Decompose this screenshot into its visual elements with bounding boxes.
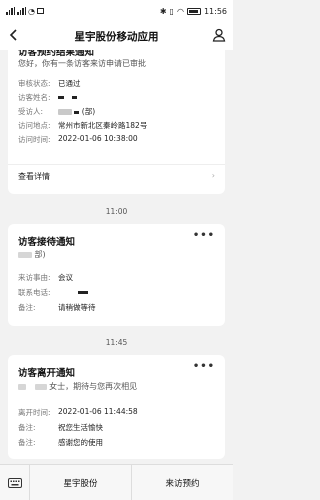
- redacted-text: [58, 109, 72, 115]
- row-label: 来访事由:: [18, 273, 51, 282]
- row-value: 感谢您的使用: [58, 438, 103, 447]
- card-subtitle: 部): [18, 249, 46, 260]
- visit-result-card: 访客预约结果通知 您好，你有一条访客来访申请已审批 审核状态: 已通过 访客姓名…: [8, 50, 225, 194]
- clock: 11:56: [203, 6, 227, 16]
- nfc-icon: ✱: [159, 6, 167, 16]
- row-label: 访问时间:: [18, 135, 51, 144]
- back-icon[interactable]: [6, 27, 22, 43]
- timestamp-divider: 11:45: [105, 338, 128, 347]
- info-row: 离开时间: 2022-01-06 11:44:58: [18, 407, 138, 418]
- info-row: 访客姓名:: [18, 92, 78, 103]
- status-bar-left: ◔: [6, 7, 44, 16]
- row-label: 备注:: [18, 303, 36, 312]
- card-dept: 部): [34, 250, 46, 259]
- info-row: 访问时间: 2022-01-06 10:38:00: [18, 134, 138, 145]
- vibrate-icon: ▯: [169, 6, 174, 16]
- row-value-text: (部): [81, 107, 96, 116]
- more-options-icon[interactable]: •••: [193, 230, 215, 241]
- info-row: 来访事由: 会议: [18, 272, 73, 283]
- menu-item-company[interactable]: 星宇股份: [30, 465, 131, 500]
- wifi-icon: ◔: [28, 6, 35, 16]
- row-value: [58, 92, 78, 103]
- row-value: 会议: [58, 273, 73, 282]
- app-header: 星宇股份移动应用: [0, 22, 233, 50]
- page-title: 星宇股份移动应用: [74, 30, 159, 43]
- info-row: 备注: 祝您生活愉快: [18, 422, 103, 433]
- wifi-strength-icon: ◠: [176, 6, 184, 16]
- row-value: 2022-01-06 10:38:00: [58, 134, 138, 143]
- redacted-text: [34, 383, 47, 390]
- card-title: 访客离开通知: [18, 368, 76, 379]
- row-label: 访问地点:: [18, 121, 51, 130]
- row-value: 常州市新北区秦岭路182号: [58, 121, 148, 130]
- card-greeting: 女士，期待与您再次相见: [18, 381, 137, 392]
- view-details-link[interactable]: 查看详情 ›: [8, 164, 225, 186]
- row-label: 审核状态:: [18, 79, 51, 88]
- timestamp-divider: 11:00: [105, 207, 128, 216]
- signal-icon-2: [17, 7, 26, 15]
- menu-item-visit-booking[interactable]: 来访预约: [131, 465, 233, 500]
- status-bar: ◔ ✱ ▯ ◠ 11:56: [0, 0, 233, 22]
- redacted-text: [18, 251, 32, 258]
- redacted-text: [58, 95, 64, 99]
- row-value: 祝您生活愉快: [58, 423, 103, 432]
- card-greeting: 您好，你有一条访客来访申请已审批: [18, 59, 146, 68]
- redacted-text: [18, 383, 26, 390]
- battery-icon: [186, 7, 201, 15]
- info-row: 备注: 请稍做等待: [18, 302, 96, 313]
- row-value: 请稍做等待: [58, 303, 96, 312]
- redacted-text: [78, 290, 88, 294]
- row-value: (部): [58, 106, 95, 117]
- row-label: 联系电话:: [18, 288, 51, 297]
- row-label: 备注:: [18, 423, 36, 432]
- signal-icon: [6, 7, 15, 15]
- visit-reception-card: 访客接待通知 ••• 部) 来访事由: 会议 联系电话: 备注: 请稍做等待: [8, 224, 225, 326]
- info-row: 备注: 感谢您的使用: [18, 437, 103, 448]
- view-details-label: 查看详情: [18, 172, 50, 181]
- row-value: [58, 287, 88, 298]
- card-greeting-text: 女士，期待与您再次相见: [49, 382, 138, 391]
- status-bar-right: ✱ ▯ ◠ 11:56: [160, 7, 227, 16]
- info-row: 受访人: (部): [18, 106, 95, 117]
- redacted-text: [74, 110, 80, 114]
- notification-icon: [36, 8, 44, 14]
- chevron-right-icon: ›: [211, 171, 215, 180]
- row-label: 备注:: [18, 438, 36, 447]
- card-title: 访客接待通知: [18, 237, 76, 248]
- visit-leave-card: 访客离开通知 ••• 女士，期待与您再次相见 离开时间: 2022-01-06 …: [8, 355, 225, 459]
- row-label: 访客姓名:: [18, 93, 51, 102]
- info-row: 访问地点: 常州市新北区秦岭路182号: [18, 120, 147, 131]
- info-row: 联系电话:: [18, 287, 88, 298]
- bottom-menu: 星宇股份 来访预约: [0, 464, 233, 500]
- row-label: 受访人:: [18, 107, 44, 116]
- row-value: 2022-01-06 11:44:58: [58, 407, 138, 416]
- row-label: 离开时间:: [18, 408, 51, 417]
- keyboard-icon: [7, 477, 22, 488]
- info-row: 审核状态: 已通过: [18, 78, 81, 89]
- more-options-icon[interactable]: •••: [193, 361, 215, 372]
- user-icon[interactable]: [211, 27, 227, 43]
- keyboard-toggle-button[interactable]: [0, 465, 30, 500]
- card-title: 访客预约结果通知: [18, 50, 95, 58]
- row-value: 已通过: [58, 79, 81, 88]
- message-feed[interactable]: 访客预约结果通知 您好，你有一条访客来访申请已审批 审核状态: 已通过 访客姓名…: [0, 50, 233, 464]
- redacted-text: [72, 95, 78, 99]
